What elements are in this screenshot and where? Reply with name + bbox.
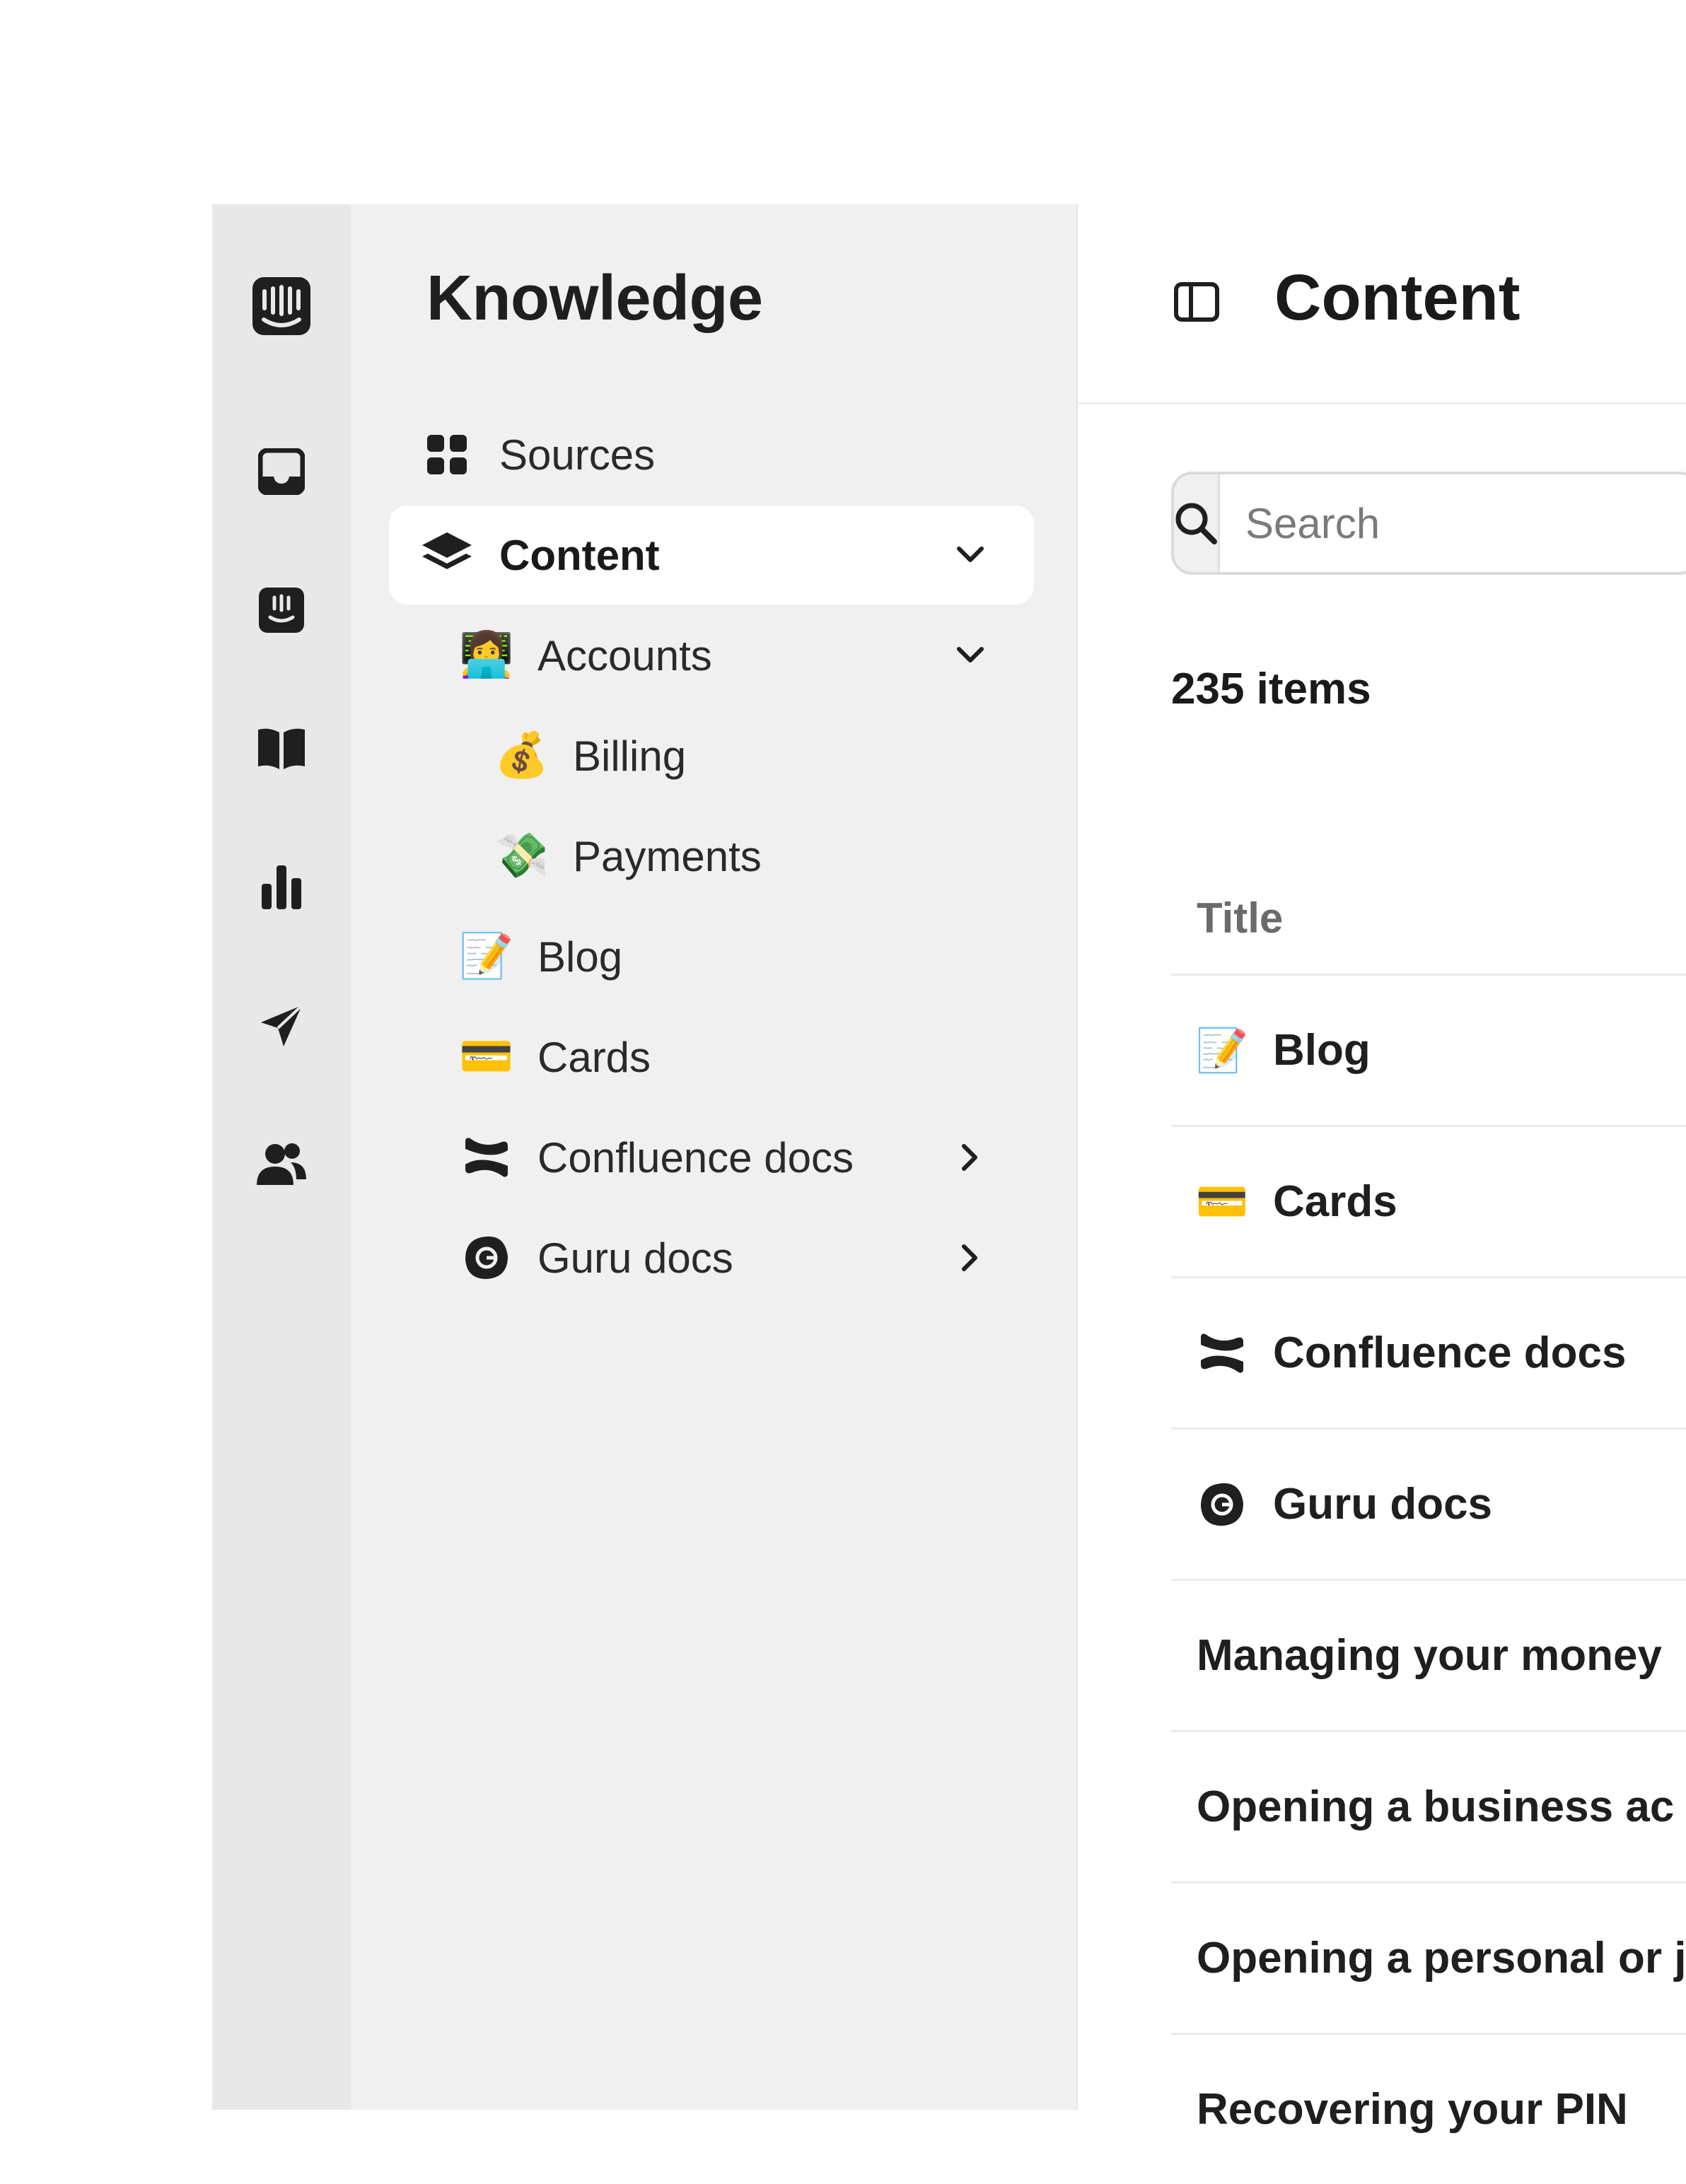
outbound-send-icon[interactable] (212, 991, 351, 1061)
icon-rail (212, 204, 351, 2110)
table-row[interactable]: Opening a personal or j (1171, 1881, 1686, 2033)
sidebar-item-label: Sources (499, 431, 656, 479)
search-input[interactable] (1220, 474, 1686, 572)
column-header-title[interactable]: Title (1197, 894, 1283, 942)
fin-ai-icon[interactable] (212, 575, 351, 646)
row-title: Opening a business ac (1197, 1782, 1675, 1831)
confluence-icon (460, 1131, 513, 1184)
knowledge-title: Knowledge (426, 263, 763, 334)
row-title: Confluence docs (1273, 1328, 1627, 1377)
sidebar-item-label: Confluence docs (537, 1133, 854, 1181)
table-row[interactable]: 💳 Cards (1171, 1125, 1686, 1276)
chevron-right-icon[interactable] (949, 1136, 992, 1179)
search-box[interactable] (1171, 472, 1686, 575)
money-wings-emoji-icon: 💸 (494, 831, 550, 880)
guru-icon (460, 1231, 513, 1285)
knowledge-sidebar: Knowledge Sources Content 👩‍💻 (351, 204, 1078, 2110)
money-bag-emoji-icon: 💰 (494, 731, 550, 780)
contacts-people-icon[interactable] (212, 1129, 351, 1200)
layers-icon (420, 528, 474, 582)
sidebar-item-accounts[interactable]: 👩‍💻 Accounts (389, 606, 1034, 705)
chevron-down-icon[interactable] (949, 634, 992, 677)
sidebar-item-label: Accounts (537, 631, 712, 679)
table-row[interactable]: Guru docs (1171, 1427, 1686, 1579)
grid-icon (420, 428, 474, 481)
row-title: Managing your money (1197, 1631, 1662, 1680)
sidebar-item-payments[interactable]: 💸 Payments (389, 807, 1034, 906)
sidebar-item-cards[interactable]: 💳 Cards (389, 1008, 1034, 1106)
row-title: Opening a personal or j (1197, 1934, 1686, 1982)
sidebar-item-label: Payments (573, 832, 762, 880)
table-row[interactable]: Recovering your PIN (1171, 2033, 1686, 2184)
table-row[interactable]: Opening a business ac (1171, 1730, 1686, 1881)
sidebar-item-confluence-docs[interactable]: Confluence docs (389, 1108, 1034, 1207)
page-title: Content (1274, 262, 1521, 334)
guru-icon (1197, 1479, 1248, 1530)
sidebar-toggle-icon[interactable] (1174, 282, 1219, 322)
person-laptop-emoji-icon: 👩‍💻 (459, 631, 514, 679)
sidebar-item-label: Blog (537, 933, 623, 981)
search-icon (1174, 474, 1220, 572)
content-header: Content (1078, 204, 1686, 404)
credit-card-emoji-icon: 💳 (1195, 1177, 1249, 1225)
row-title: Guru docs (1273, 1480, 1493, 1529)
sidebar-item-blog[interactable]: 📝 Blog (389, 907, 1034, 1006)
items-count: 235 items (1171, 665, 1371, 713)
sidebar-item-billing[interactable]: 💰 Billing (389, 706, 1034, 805)
reports-chart-icon[interactable] (212, 852, 351, 923)
memo-emoji-icon: 📝 (1195, 1026, 1249, 1074)
content-main: Content 235 items Title 📝 Blog 💳 Cards (1078, 204, 1686, 2134)
chevron-right-icon[interactable] (949, 1237, 992, 1279)
sidebar-item-guru-docs[interactable]: Guru docs (389, 1208, 1034, 1307)
chevron-down-icon[interactable] (949, 534, 992, 576)
table-row[interactable]: 📝 Blog (1171, 974, 1686, 1125)
memo-emoji-icon: 📝 (459, 932, 514, 981)
sidebar-item-label: Guru docs (537, 1234, 733, 1282)
sidebar-item-label: Cards (537, 1033, 651, 1081)
sidebar-item-content[interactable]: Content (389, 506, 1034, 605)
sidebar-item-label: Content (499, 531, 660, 579)
table-row[interactable]: Confluence docs (1171, 1276, 1686, 1427)
confluence-icon (1197, 1328, 1248, 1379)
table-row[interactable]: Managing your money (1171, 1579, 1686, 1730)
sidebar-item-sources[interactable]: Sources (389, 405, 1034, 504)
inbox-icon[interactable] (212, 436, 351, 507)
credit-card-emoji-icon: 💳 (459, 1032, 514, 1081)
row-title: Cards (1273, 1177, 1397, 1226)
row-title: Blog (1273, 1026, 1371, 1075)
sidebar-item-label: Billing (573, 732, 687, 780)
knowledge-book-icon[interactable] (212, 713, 351, 784)
content-table: Title 📝 Blog 💳 Cards Confluence docs Gur… (1171, 894, 1686, 2184)
intercom-logo-icon[interactable] (212, 271, 351, 341)
